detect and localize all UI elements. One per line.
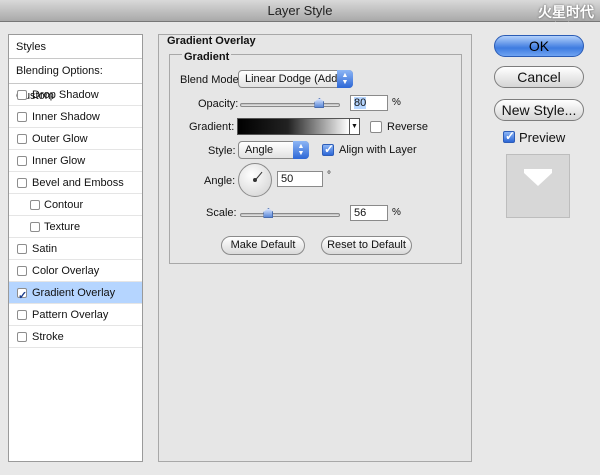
style-item-label: Pattern Overlay — [32, 309, 109, 321]
cancel-button[interactable]: Cancel — [494, 66, 584, 88]
style-item-label: Satin — [32, 243, 58, 255]
style-item-label: Inner Shadow — [32, 111, 100, 123]
style-item-label: Color Overlay — [32, 265, 100, 277]
style-label: Style: — [208, 145, 236, 157]
preview-label: Preview — [519, 130, 566, 145]
make-default-button[interactable]: Make Default — [221, 236, 305, 255]
scale-percent: % — [392, 207, 401, 218]
style-checkbox[interactable] — [30, 222, 40, 232]
gradient-overlay-group: Gradient Overlay Gradient Blend Mode: Li… — [158, 34, 472, 462]
style-item-satin[interactable]: Satin — [9, 238, 142, 260]
angle-label: Angle: — [204, 175, 236, 187]
angle-dial[interactable] — [238, 163, 272, 197]
style-checkbox[interactable] — [17, 178, 27, 188]
style-item-pattern-overlay[interactable]: Pattern Overlay — [9, 304, 142, 326]
align-with-layer-label: Align with Layer — [339, 144, 417, 156]
style-items-list: Drop Shadow Inner Shadow Outer Glow Inner G… — [9, 84, 142, 348]
opacity-slider[interactable] — [240, 98, 340, 108]
style-item-label: Contour — [44, 199, 84, 211]
blending-options-item[interactable]: Blending Options: Custom — [9, 59, 142, 102]
watermark-url: www.hxsd.com.cn — [537, 22, 594, 29]
style-checkbox[interactable] — [17, 90, 27, 100]
opacity-slider-thumb[interactable] — [314, 98, 325, 108]
popup-arrows-icon: ▲ ▼ — [293, 141, 309, 159]
style-checkbox[interactable] — [17, 156, 27, 166]
style-checkbox[interactable] — [17, 266, 27, 276]
reset-to-default-button[interactable]: Reset to Default — [321, 236, 412, 255]
style-item-contour[interactable]: Contour — [9, 194, 142, 216]
scale-slider[interactable] — [240, 208, 340, 218]
preview-checkbox[interactable] — [503, 129, 515, 143]
style-item-bevel-and-emboss[interactable]: Bevel and Emboss — [9, 172, 142, 194]
reverse-label: Reverse — [387, 121, 428, 133]
style-checkbox[interactable] — [17, 285, 27, 307]
watermark-logo: 火星时代 www.hxsd.com.cn — [474, 2, 594, 29]
style-item-gradient-overlay[interactable]: Gradient Overlay — [9, 282, 142, 307]
scale-value: 56 — [354, 207, 367, 219]
preview-thumbnail — [506, 154, 570, 218]
angle-value: 50 — [281, 173, 294, 185]
angle-degree-symbol: ° — [327, 170, 331, 181]
style-item-texture[interactable]: Texture — [9, 216, 142, 238]
opacity-value: 80 — [354, 97, 367, 109]
blend-mode-label: Blend Mode: — [180, 74, 242, 86]
styles-header[interactable]: Styles — [9, 35, 142, 59]
style-item-inner-glow[interactable]: Inner Glow — [9, 150, 142, 172]
style-checkbox[interactable] — [17, 134, 27, 144]
style-item-color-overlay[interactable]: Color Overlay — [9, 260, 142, 282]
style-item-label: Inner Glow — [32, 155, 86, 167]
style-value: Angle — [245, 144, 274, 156]
scale-input[interactable]: 56 — [350, 205, 388, 221]
style-popup[interactable]: Angle ▲ ▼ — [238, 141, 309, 159]
blend-mode-value: Linear Dodge (Add) — [245, 73, 342, 85]
style-item-stroke[interactable]: Stroke — [9, 326, 142, 348]
style-checkbox[interactable] — [17, 310, 27, 320]
style-item-label: Stroke — [32, 331, 64, 343]
gradient-dropdown-icon[interactable]: ▼ — [349, 118, 360, 135]
scale-slider-thumb[interactable] — [263, 208, 274, 218]
gradient-inner-group: Gradient Blend Mode: Linear Dodge (Add) … — [169, 51, 462, 264]
angle-center-dot — [253, 178, 257, 182]
style-item-outer-glow[interactable]: Outer Glow — [9, 128, 142, 150]
style-checkbox[interactable] — [17, 244, 27, 254]
gradient-label: Gradient: — [189, 121, 235, 133]
preview-shape-icon — [524, 173, 552, 186]
scale-label: Scale: — [206, 207, 237, 219]
angle-input[interactable]: 50 — [277, 171, 323, 187]
reverse-checkbox[interactable] — [370, 121, 382, 133]
gradient-swatch[interactable] — [237, 118, 350, 135]
gradient-overlay-title: Gradient Overlay — [167, 35, 256, 47]
style-checkbox[interactable] — [17, 332, 27, 342]
style-item-drop-shadow[interactable]: Drop Shadow — [9, 84, 142, 106]
style-item-label: Gradient Overlay — [32, 287, 116, 299]
align-with-layer-checkbox[interactable] — [322, 142, 334, 156]
watermark-text: 火星时代 — [538, 4, 594, 20]
style-item-label: Outer Glow — [32, 133, 88, 145]
blend-mode-popup[interactable]: Linear Dodge (Add) ▲ ▼ — [238, 70, 353, 88]
styles-list-panel: Styles Blending Options: Custom Drop Sha… — [8, 34, 143, 462]
window-title: Layer Style — [267, 3, 333, 18]
style-item-label: Drop Shadow — [32, 89, 99, 101]
popup-arrows-icon: ▲ ▼ — [337, 70, 353, 88]
style-item-inner-shadow[interactable]: Inner Shadow — [9, 106, 142, 128]
style-checkbox[interactable] — [17, 112, 27, 122]
gradient-group-title: Gradient — [182, 51, 232, 63]
style-item-label: Bevel and Emboss — [32, 177, 124, 189]
opacity-label: Opacity: — [198, 98, 239, 110]
style-item-label: Texture — [44, 221, 81, 233]
style-checkbox[interactable] — [30, 200, 40, 210]
opacity-input[interactable]: 80 — [350, 95, 388, 111]
opacity-percent: % — [392, 97, 401, 108]
ok-button[interactable]: OK — [494, 35, 584, 57]
new-style-button[interactable]: New Style... — [494, 99, 584, 121]
